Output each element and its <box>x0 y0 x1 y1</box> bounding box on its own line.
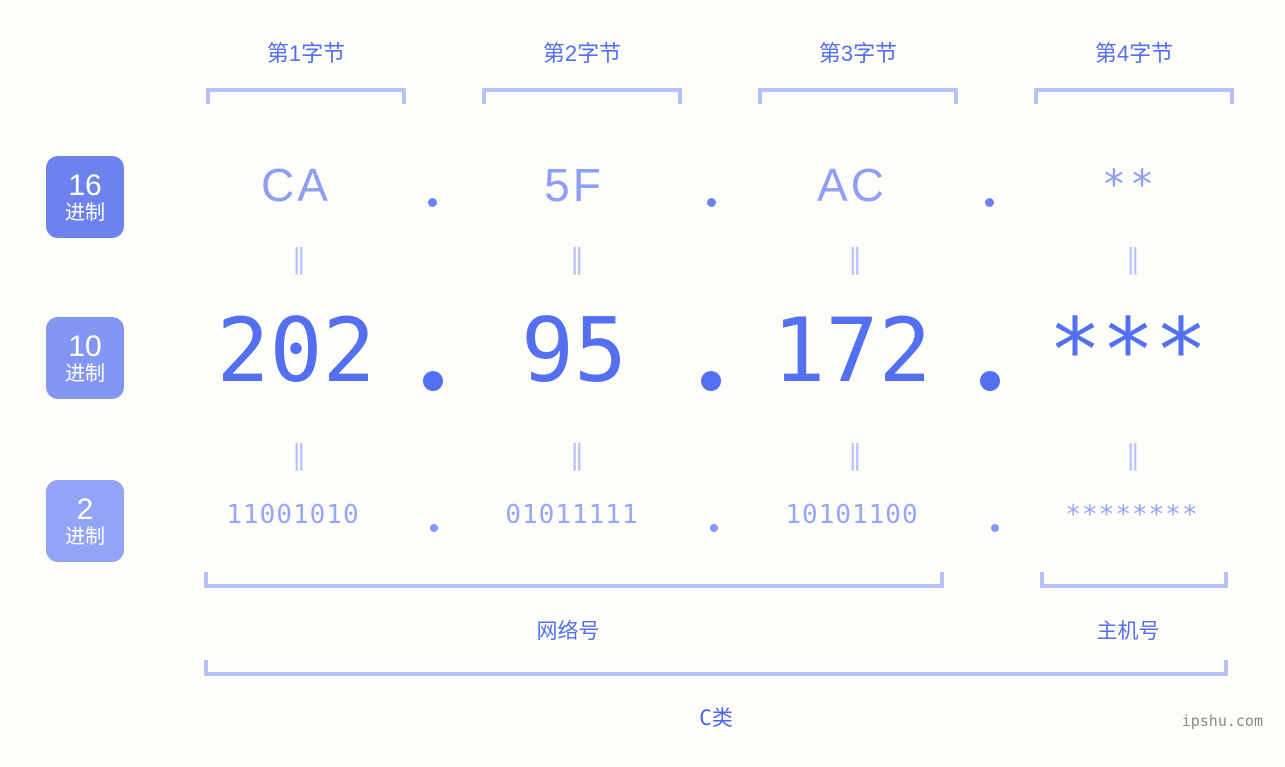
equals-mark-hex-dec-2: ‖ <box>570 242 586 275</box>
equals-mark-dec-bin-1: ‖ <box>292 438 308 471</box>
equals-mark-hex-dec-4: ‖ <box>1126 242 1142 275</box>
hex-separator-dot-2 <box>707 198 716 207</box>
decimal-separator-dot-1 <box>423 371 443 391</box>
equals-mark-dec-bin-3: ‖ <box>848 438 864 471</box>
hex-separator-dot-1 <box>428 198 437 207</box>
network-portion-bracket <box>204 572 944 588</box>
byte-bracket-3 <box>758 88 958 104</box>
byte-header-1: 第1字节 <box>266 41 346 66</box>
decimal-byte-2: 95 <box>521 299 627 402</box>
binary-separator-dot-1 <box>430 524 438 532</box>
radix-badge-decimal: 10 进制 <box>46 317 124 399</box>
byte-bracket-1 <box>206 88 406 104</box>
decimal-byte-3: 172 <box>772 299 932 402</box>
binary-separator-dot-3 <box>991 524 999 532</box>
byte-header-4: 第4字节 <box>1094 41 1174 66</box>
decimal-separator-dot-3 <box>980 371 1000 391</box>
binary-separator-dot-2 <box>710 524 718 532</box>
decimal-byte-1: 202 <box>216 299 376 402</box>
radix-badge-hex-number: 16 <box>68 168 102 202</box>
ip-class-bracket <box>204 660 1228 676</box>
host-portion-bracket <box>1040 572 1228 588</box>
equals-mark-hex-dec-3: ‖ <box>848 242 864 275</box>
decimal-separator-dot-2 <box>701 371 721 391</box>
hex-byte-1: CA <box>261 159 331 211</box>
ip-class-label: C类 <box>699 706 733 730</box>
equals-mark-dec-bin-4: ‖ <box>1126 438 1142 471</box>
binary-byte-3: 10101100 <box>785 500 919 530</box>
radix-badge-hex: 16 进制 <box>46 156 124 238</box>
ip-address-breakdown-diagram: 第1字节 第2字节 第3字节 第4字节 16 进制 10 进制 2 进制 CA … <box>0 0 1285 767</box>
radix-badge-decimal-number: 10 <box>68 329 102 363</box>
equals-mark-dec-bin-2: ‖ <box>570 438 586 471</box>
radix-badge-binary-unit: 进制 <box>65 525 105 548</box>
byte-bracket-2 <box>482 88 682 104</box>
radix-badge-hex-unit: 进制 <box>65 201 105 224</box>
site-watermark: ipshu.com <box>1181 712 1263 730</box>
hex-byte-4: ** <box>1101 162 1159 208</box>
byte-header-3: 第3字节 <box>818 41 898 66</box>
radix-badge-decimal-unit: 进制 <box>65 362 105 385</box>
binary-byte-1: 11001010 <box>226 500 360 530</box>
byte-bracket-4 <box>1034 88 1234 104</box>
binary-byte-2: 01011111 <box>505 500 639 530</box>
decimal-byte-4: *** <box>1048 299 1208 402</box>
equals-mark-hex-dec-1: ‖ <box>292 242 308 275</box>
hex-byte-2: 5F <box>544 159 604 211</box>
network-portion-label: 网络号 <box>536 620 600 643</box>
hex-byte-3: AC <box>817 159 887 211</box>
host-portion-label: 主机号 <box>1096 620 1160 643</box>
radix-badge-binary: 2 进制 <box>46 480 124 562</box>
binary-byte-4: ******** <box>1065 500 1199 530</box>
hex-separator-dot-3 <box>985 198 994 207</box>
byte-header-2: 第2字节 <box>542 41 622 66</box>
radix-badge-binary-number: 2 <box>76 492 94 526</box>
